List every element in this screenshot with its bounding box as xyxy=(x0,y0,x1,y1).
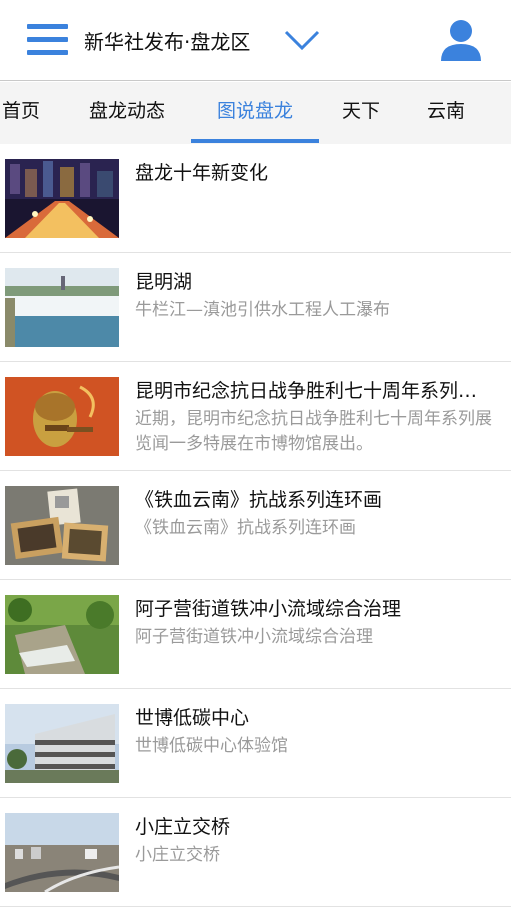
tab-home[interactable]: 首页 xyxy=(0,82,42,144)
article-summary: 牛栏江—滇池引供水工程人工瀑布 xyxy=(135,300,390,320)
list-item[interactable]: 盘龙十年新变化 xyxy=(0,144,511,253)
menu-icon[interactable] xyxy=(27,24,68,56)
article-thumbnail xyxy=(5,704,119,783)
article-summary: 世博低碳中心体验馆 xyxy=(135,736,288,756)
article-summary: 小庄立交桥 xyxy=(135,845,220,865)
article-thumbnail xyxy=(5,486,119,565)
site-title: 新华社发布·盘龙区 xyxy=(84,30,251,54)
article-summary: 《铁血云南》抗战系列连环画 xyxy=(135,518,356,538)
article-title: 小庄立交桥 xyxy=(135,816,231,838)
list-item[interactable]: 昆明市纪念抗日战争胜利七十周年系列展览闻一多特展在市博物馆展出 近期，昆明市纪念… xyxy=(0,362,511,471)
app-header: 新华社发布·盘龙区 xyxy=(0,0,511,81)
list-item[interactable]: 阿子营街道铁冲小流域综合治理 阿子营街道铁冲小流域综合治理 xyxy=(0,580,511,689)
article-title: 昆明湖 xyxy=(135,271,193,293)
article-title: 世博低碳中心 xyxy=(135,707,250,729)
article-thumbnail xyxy=(5,159,119,238)
article-summary: 近期，昆明市纪念抗日战争胜利七十周年系列展览闻一多特展在市博物馆展出。 xyxy=(135,409,492,454)
chevron-down-icon[interactable] xyxy=(284,29,320,51)
tab-world[interactable]: 天下 xyxy=(340,82,382,144)
user-icon[interactable] xyxy=(440,18,482,62)
article-title: 《铁血云南》抗战系列连环画 xyxy=(135,489,383,511)
article-thumbnail xyxy=(5,377,119,456)
category-tabs: 首页 盘龙动态 图说盘龙 天下 云南 xyxy=(0,82,511,144)
article-summary: 阿子营街道铁冲小流域综合治理 xyxy=(135,627,373,647)
article-title: 阿子营街道铁冲小流域综合治理 xyxy=(135,598,402,620)
article-thumbnail xyxy=(5,268,119,347)
list-item[interactable]: 昆明湖 牛栏江—滇池引供水工程人工瀑布 xyxy=(0,253,511,362)
list-item[interactable]: 《铁血云南》抗战系列连环画 《铁血云南》抗战系列连环画 xyxy=(0,471,511,580)
article-thumbnail xyxy=(5,813,119,892)
article-thumbnail xyxy=(5,595,119,674)
list-item[interactable]: 世博低碳中心 世博低碳中心体验馆 xyxy=(0,689,511,798)
tab-panlong-news[interactable]: 盘龙动态 xyxy=(84,82,170,144)
tab-panlong-photos[interactable]: 图说盘龙 xyxy=(191,82,319,144)
tab-yunnan[interactable]: 云南 xyxy=(425,82,467,144)
list-item[interactable]: 小庄立交桥 小庄立交桥 xyxy=(0,798,511,907)
active-tab-indicator xyxy=(191,139,319,143)
article-title: 盘龙十年新变化 xyxy=(135,162,269,184)
article-title: 昆明市纪念抗日战争胜利七十周年系列展览闻一多特展在市博物馆展出 xyxy=(135,380,495,402)
